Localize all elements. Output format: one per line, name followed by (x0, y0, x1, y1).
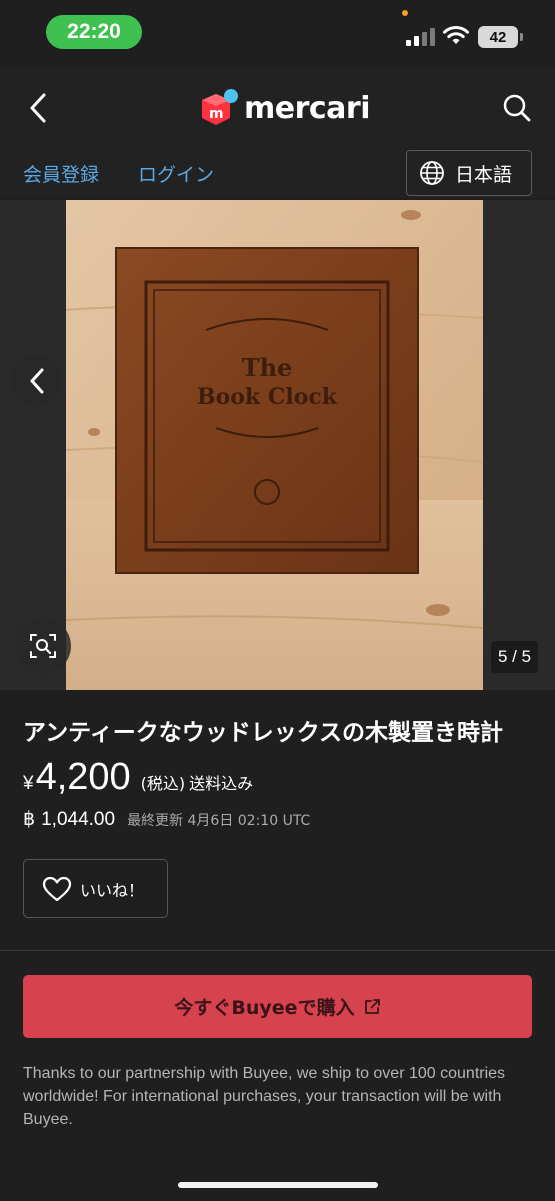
converted-price-row: ฿ 1,044.00 最終更新 4月6日 02:10 UTC (23, 808, 310, 831)
language-selector[interactable]: 日本語 (406, 150, 532, 196)
image-search-button[interactable] (15, 618, 71, 674)
status-time: 22:20 (46, 15, 142, 49)
status-bar: 22:20 42 (0, 0, 555, 66)
tax-note: (税込) (140, 774, 186, 793)
image-gallery[interactable]: The Book Clock 5 / 5 (0, 200, 555, 690)
mercari-logo[interactable]: m mercari (198, 86, 371, 130)
search-icon (503, 94, 531, 122)
converted-currency-symbol: ฿ (23, 809, 36, 830)
item-title: アンティークなウッドレックスの木製置き時計 (23, 720, 504, 746)
logo-text: mercari (244, 90, 371, 126)
register-link[interactable]: 会員登録 (23, 160, 99, 187)
back-chevron-icon (30, 93, 46, 123)
buyee-notice: Thanks to our partnership with Buyee, we… (23, 1065, 506, 1128)
photo-text-line2: Book Clock (197, 384, 338, 410)
currency-symbol: ¥ (23, 773, 34, 794)
home-indicator[interactable] (178, 1182, 378, 1188)
svg-text:m: m (209, 106, 224, 122)
section-divider (0, 950, 555, 951)
previous-image-button[interactable] (12, 356, 62, 406)
last-updated: 最終更新 4月6日 02:10 UTC (127, 813, 311, 829)
product-photo[interactable]: The Book Clock (66, 200, 483, 690)
buy-now-button[interactable]: 今すぐBuyeeで購入 (23, 975, 532, 1038)
image-search-icon (30, 634, 56, 658)
globe-icon (420, 161, 444, 185)
mercari-logo-icon: m (202, 89, 238, 125)
privacy-indicator (402, 10, 408, 16)
back-button[interactable] (18, 88, 58, 128)
prev-arrow-icon (30, 368, 44, 394)
converted-price: 1,044.00 (41, 809, 116, 830)
app-header: m mercari (0, 66, 555, 150)
battery-indicator: 42 (478, 26, 523, 48)
login-link[interactable]: ログイン (138, 160, 214, 187)
heart-icon (42, 876, 72, 901)
like-button[interactable]: いいね！ (23, 859, 168, 918)
image-counter: 5 / 5 (491, 641, 538, 673)
price-row: ¥ 4,200 (税込) 送料込み (23, 756, 253, 802)
wifi-icon (443, 26, 469, 44)
auth-row: 会員登録 ログイン 日本語 (0, 150, 555, 198)
language-label: 日本語 (455, 163, 513, 186)
external-link-icon (364, 998, 380, 1014)
search-button[interactable] (497, 88, 537, 128)
item-price: 4,200 (35, 756, 131, 798)
photo-text-line1: The (242, 353, 293, 382)
like-label: いいね！ (80, 880, 145, 900)
shipping-note: 送料込み (189, 774, 254, 793)
buy-label: 今すぐBuyeeで購入 (174, 997, 355, 1019)
signal-icon (406, 28, 436, 46)
